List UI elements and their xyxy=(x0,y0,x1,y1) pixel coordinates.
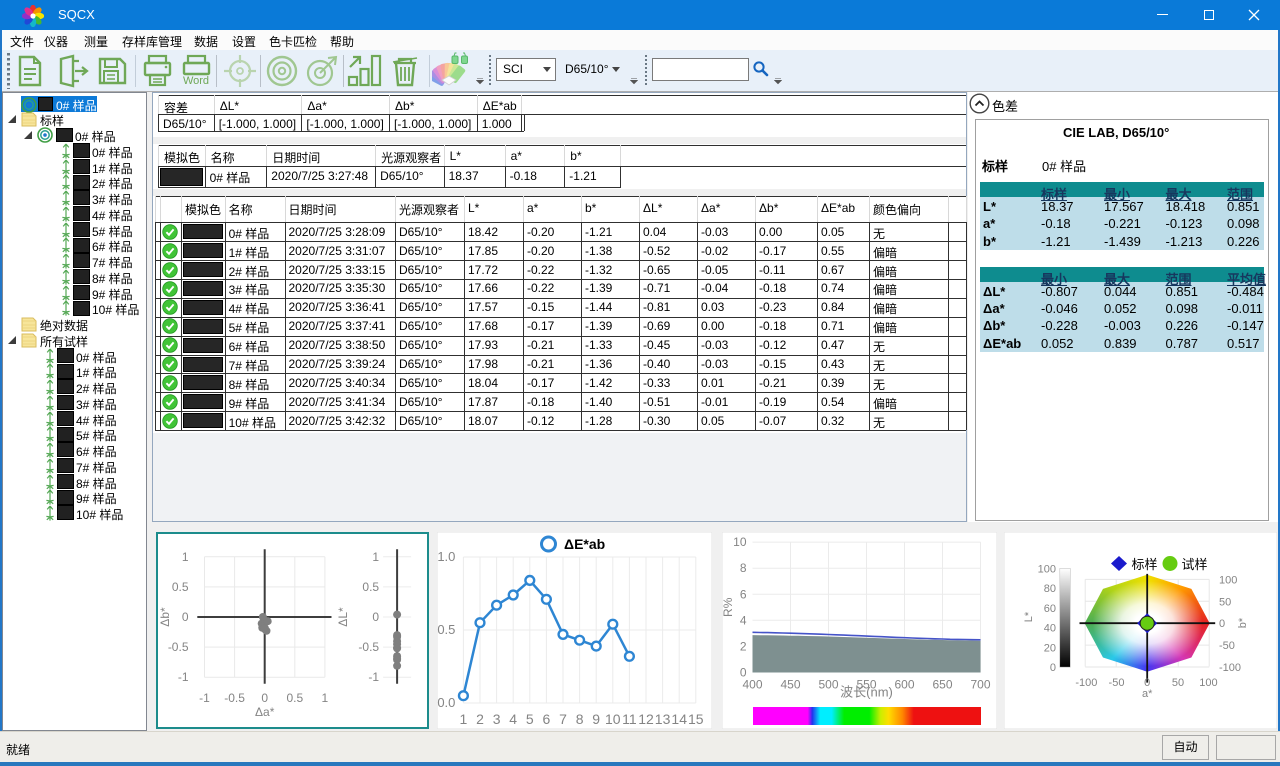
svg-text:0: 0 xyxy=(372,610,379,624)
svg-text:R%: R% xyxy=(722,597,735,617)
svg-text:-1: -1 xyxy=(178,670,189,684)
svg-text:0: 0 xyxy=(740,666,747,680)
svg-text:试样: 试样 xyxy=(1182,557,1208,572)
svg-text:-100: -100 xyxy=(1075,677,1097,689)
svg-text:100: 100 xyxy=(1219,574,1237,586)
svg-text:14: 14 xyxy=(671,711,687,727)
svg-text:8: 8 xyxy=(576,711,584,727)
svg-text:标样: 标样 xyxy=(1132,557,1158,572)
svg-text:1: 1 xyxy=(182,550,189,564)
svg-text:-0.5: -0.5 xyxy=(358,640,379,654)
svg-text:1: 1 xyxy=(322,691,329,705)
svg-text:0.5: 0.5 xyxy=(172,580,189,594)
svg-text:0.5: 0.5 xyxy=(286,691,303,705)
svg-text:-0.5: -0.5 xyxy=(224,691,245,705)
svg-text:10: 10 xyxy=(733,535,747,549)
svg-text:100: 100 xyxy=(1038,563,1056,575)
svg-text:-1: -1 xyxy=(368,670,379,684)
svg-text:15: 15 xyxy=(688,711,704,727)
svg-text:0: 0 xyxy=(182,610,189,624)
svg-text:9: 9 xyxy=(592,711,600,727)
svg-text:80: 80 xyxy=(1044,583,1056,595)
svg-text:11: 11 xyxy=(622,711,637,727)
svg-text:20: 20 xyxy=(1044,642,1056,654)
svg-text:3: 3 xyxy=(493,711,501,727)
svg-text:ΔE*ab: ΔE*ab xyxy=(564,536,605,552)
svg-text:1: 1 xyxy=(372,550,379,564)
svg-text:0: 0 xyxy=(1219,618,1225,630)
svg-text:0: 0 xyxy=(261,691,268,705)
svg-text:1.0: 1.0 xyxy=(437,549,455,564)
svg-text:60: 60 xyxy=(1044,603,1056,615)
svg-text:L*: L* xyxy=(1023,611,1035,622)
svg-text:4: 4 xyxy=(740,613,747,627)
svg-text:b*: b* xyxy=(1237,617,1249,628)
svg-text:50: 50 xyxy=(1172,677,1184,689)
svg-text:-1: -1 xyxy=(199,691,210,705)
svg-text:2: 2 xyxy=(476,711,484,727)
svg-text:40: 40 xyxy=(1044,623,1056,635)
svg-text:0.0: 0.0 xyxy=(437,695,455,710)
svg-text:100: 100 xyxy=(1199,677,1217,689)
svg-text:12: 12 xyxy=(638,711,654,727)
svg-text:700: 700 xyxy=(970,678,990,692)
svg-text:波长(nm): 波长(nm) xyxy=(840,685,893,700)
svg-text:6: 6 xyxy=(543,711,551,727)
svg-text:a*: a* xyxy=(1142,688,1153,700)
svg-text:450: 450 xyxy=(780,678,800,692)
svg-text:Word: Word xyxy=(183,75,209,87)
svg-text:-100: -100 xyxy=(1219,662,1241,674)
svg-text:1: 1 xyxy=(460,711,468,727)
svg-text:6: 6 xyxy=(740,587,747,601)
svg-text:0.5: 0.5 xyxy=(362,580,379,594)
svg-text:Δb*: Δb* xyxy=(158,607,172,627)
svg-text:8: 8 xyxy=(740,561,747,575)
svg-text:-0.5: -0.5 xyxy=(168,640,189,654)
svg-text:-50: -50 xyxy=(1109,677,1125,689)
svg-text:5: 5 xyxy=(526,711,534,727)
svg-text:0: 0 xyxy=(1050,662,1056,674)
svg-text:Δa*: Δa* xyxy=(255,705,275,719)
svg-text:0.5: 0.5 xyxy=(437,622,455,637)
svg-text:10: 10 xyxy=(605,711,621,727)
svg-text:650: 650 xyxy=(932,678,952,692)
svg-text:400: 400 xyxy=(742,678,762,692)
svg-text:600: 600 xyxy=(894,678,914,692)
svg-text:-50: -50 xyxy=(1219,640,1235,652)
svg-text:4: 4 xyxy=(509,711,517,727)
svg-text:13: 13 xyxy=(655,711,671,727)
svg-text:ΔL*: ΔL* xyxy=(336,607,350,627)
svg-text:2: 2 xyxy=(740,639,747,653)
svg-text:50: 50 xyxy=(1219,596,1231,608)
svg-text:7: 7 xyxy=(559,711,567,727)
svg-text:500: 500 xyxy=(818,678,838,692)
